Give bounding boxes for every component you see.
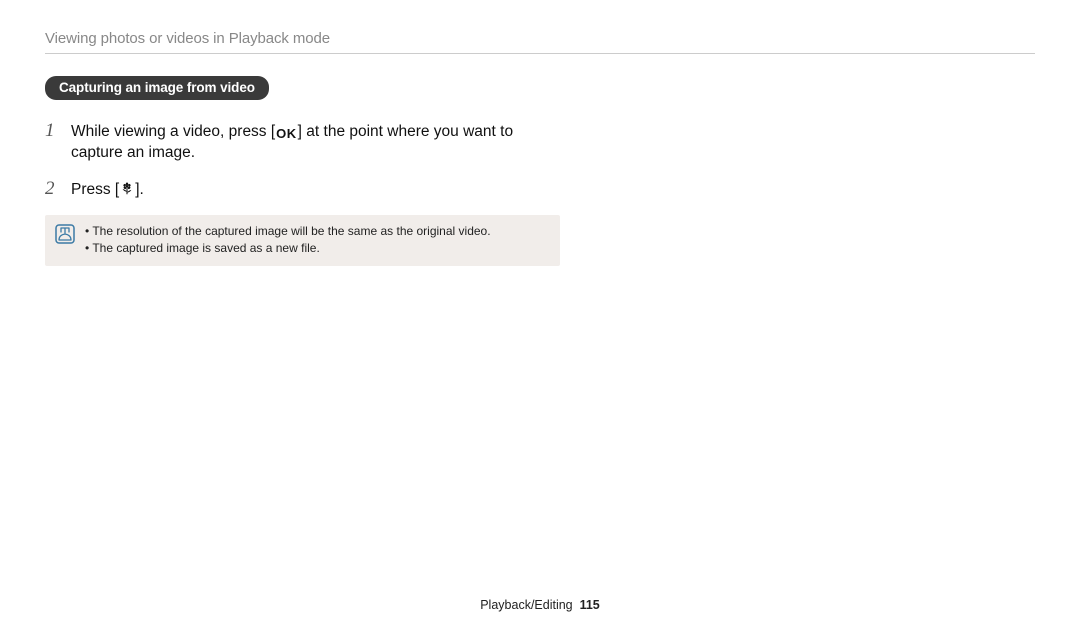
step-number: 1 xyxy=(45,118,59,144)
footer-section: Playback/Editing xyxy=(480,598,572,612)
step-text: While viewing a video, press [OK] at the… xyxy=(71,122,560,164)
step-text-before: While viewing a video, press [ xyxy=(71,123,275,140)
note-box: The resolution of the captured image wil… xyxy=(45,215,560,266)
note-item: The captured image is saved as a new fil… xyxy=(85,240,491,257)
step-item: 1 While viewing a video, press [OK] at t… xyxy=(45,118,560,164)
step-number: 2 xyxy=(45,176,59,202)
step-text-before: Press [ xyxy=(71,181,119,198)
section-pill: Capturing an image from video xyxy=(45,76,269,100)
macro-flower-icon xyxy=(120,182,134,203)
step-item: 2 Press [ ]. xyxy=(45,176,560,203)
note-list: The resolution of the captured image wil… xyxy=(85,223,491,258)
ok-icon: OK xyxy=(276,125,297,143)
footer-page-number: 115 xyxy=(580,598,600,612)
note-item: The resolution of the captured image wil… xyxy=(85,223,491,240)
note-info-icon xyxy=(55,224,75,249)
page-title: Viewing photos or videos in Playback mod… xyxy=(45,30,1035,47)
steps-list: 1 While viewing a video, press [OK] at t… xyxy=(45,118,560,203)
page-footer: Playback/Editing 115 xyxy=(0,598,1080,612)
step-text-after: ]. xyxy=(135,181,144,198)
divider xyxy=(45,53,1035,54)
step-text: Press [ ]. xyxy=(71,180,560,203)
